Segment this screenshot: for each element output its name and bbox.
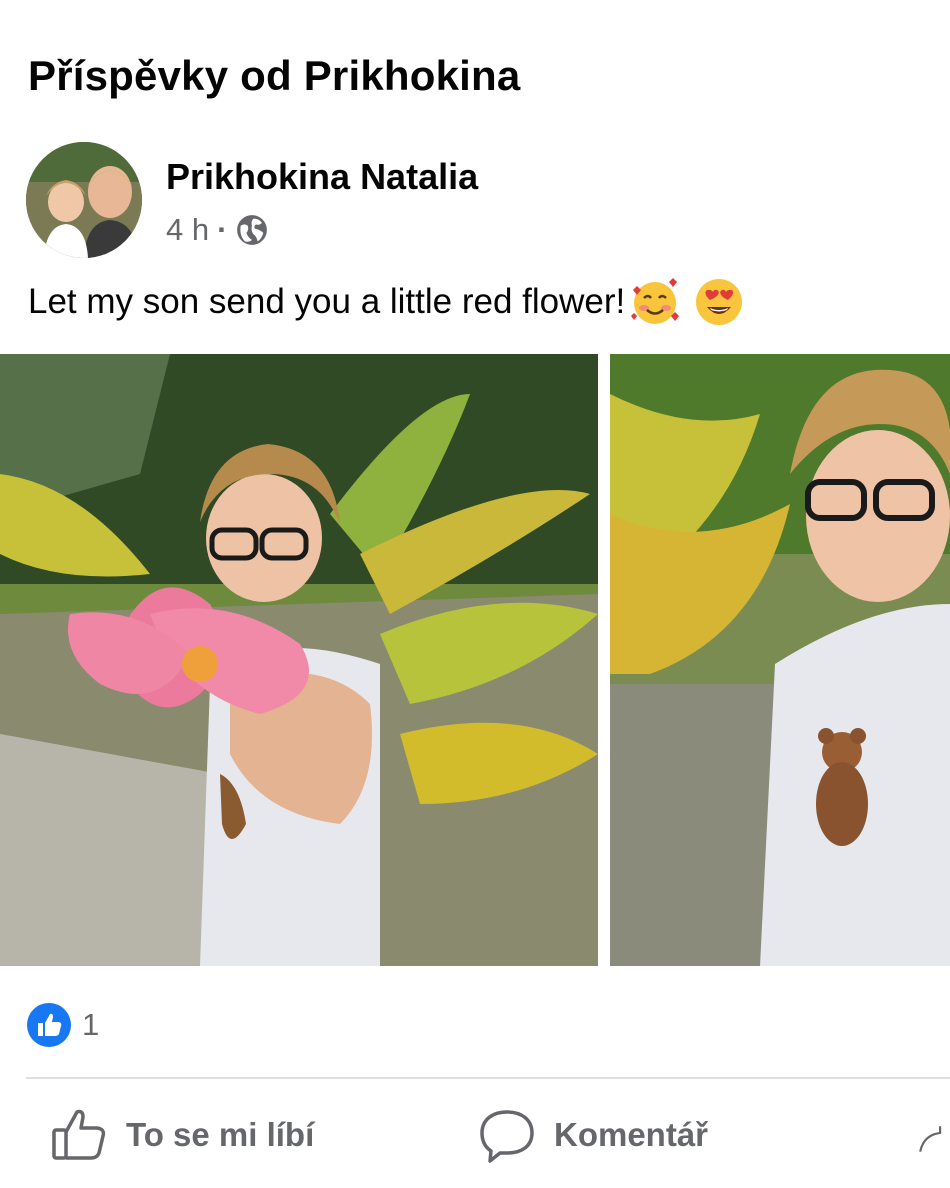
avatar-image	[26, 142, 142, 258]
smiling-face-with-hearts-emoji	[631, 278, 680, 324]
page-title: Příspěvky od Prikhokina	[28, 52, 521, 99]
comment-button[interactable]: Komentář	[478, 1106, 708, 1164]
photo-boy-holding-flower[interactable]	[0, 354, 598, 966]
post-header: Prikhokina Natalia 4 h ·	[26, 142, 478, 258]
post-text: Let my son send you a little red flower!	[28, 276, 745, 328]
photo-boy-smiling[interactable]	[610, 354, 950, 966]
divider	[26, 1077, 950, 1079]
heart-eyes-emoji	[696, 279, 743, 325]
reactions-summary[interactable]: 1	[26, 1002, 99, 1048]
post-text-body: Let my son send you a little red flower!	[28, 282, 626, 321]
avatar[interactable]	[26, 142, 142, 258]
like-badge-icon	[27, 1003, 71, 1047]
author-name[interactable]: Prikhokina Natalia	[166, 156, 478, 198]
post-time[interactable]: 4 h	[166, 212, 209, 248]
thumbs-up-icon	[52, 1109, 106, 1160]
globe-icon	[237, 215, 268, 245]
like-button[interactable]: To se mi líbí	[50, 1106, 314, 1164]
post-meta: 4 h ·	[166, 212, 478, 248]
share-button[interactable]	[918, 1114, 950, 1164]
meta-separator: ·	[217, 212, 228, 247]
like-count: 1	[82, 1007, 100, 1042]
post-actions-bar: To se mi líbí Komentář	[0, 1100, 950, 1172]
like-label: To se mi líbí	[126, 1116, 315, 1153]
comment-label: Komentář	[554, 1116, 709, 1153]
comment-icon	[480, 1110, 534, 1163]
share-icon	[919, 1126, 942, 1152]
